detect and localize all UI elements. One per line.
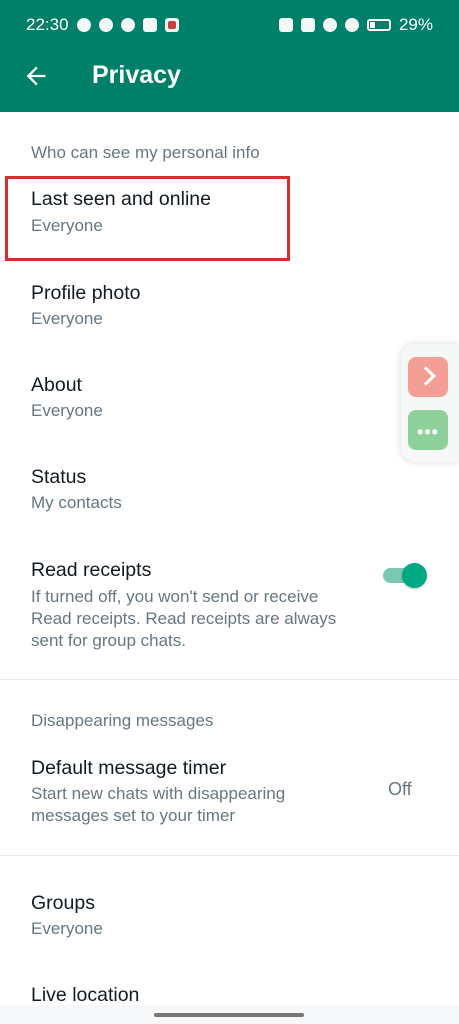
setting-live-location[interactable]: Live location <box>0 972 459 1006</box>
nfc-icon <box>278 18 293 32</box>
twitter-icon <box>142 18 157 32</box>
floating-side-panel: ••• <box>401 344 459 462</box>
more-options-icon[interactable]: ••• <box>408 410 448 450</box>
section-header-personal-info: Who can see my personal info <box>31 143 260 162</box>
setting-description-line: If turned off, you won't send or receive <box>31 587 319 606</box>
status-bar-right: 29% <box>278 15 433 35</box>
setting-last-seen[interactable]: Last seen and online Everyone <box>0 176 459 261</box>
setting-value: Everyone <box>31 216 103 235</box>
status-bar-left: 22:30 <box>26 15 179 35</box>
dots-glyph: ••• <box>417 422 439 442</box>
clock: 22:30 <box>26 15 69 34</box>
app-header: 22:30 29% Privacy <box>0 0 459 112</box>
section-header-disappearing: Disappearing messages <box>31 711 214 730</box>
gesture-handle[interactable] <box>154 1013 304 1017</box>
setting-title: Status <box>31 466 87 488</box>
battery-icon <box>366 19 391 31</box>
setting-description-line: sent for group chats. <box>31 631 186 650</box>
divider <box>0 855 459 856</box>
setting-description-line: messages set to your timer <box>31 806 236 825</box>
setting-description-line: Read receipts. Read receipts are always <box>31 609 337 628</box>
setting-value: Everyone <box>31 401 103 420</box>
divider <box>0 679 459 680</box>
toggle-thumb <box>402 563 427 588</box>
setting-title: Groups <box>31 892 95 914</box>
status-bar: 22:30 29% <box>0 0 459 50</box>
timer-value: Off <box>388 779 412 799</box>
navigation-bar <box>0 1005 459 1024</box>
setting-title: Read receipts <box>31 559 152 581</box>
read-receipts-toggle[interactable] <box>381 563 427 588</box>
setting-value: Everyone <box>31 309 103 328</box>
globe-icon <box>120 18 135 32</box>
setting-title: About <box>31 374 82 396</box>
location-pin-icon <box>98 18 113 32</box>
shortcut-app-icon[interactable] <box>408 357 448 397</box>
setting-title: Profile photo <box>31 282 141 304</box>
setting-title: Live location <box>31 984 140 1006</box>
notification-b-icon <box>76 18 91 32</box>
setting-title: Default message timer <box>31 757 227 779</box>
vibrate-icon <box>300 18 315 32</box>
toolbar: Privacy <box>0 50 459 112</box>
setting-title: Last seen and online <box>31 188 211 210</box>
setting-profile-photo[interactable]: Profile photo Everyone <box>0 270 459 355</box>
setting-status[interactable]: Status My contacts <box>0 454 459 539</box>
arrow-left-icon[interactable] <box>22 62 50 90</box>
setting-description-line: Start new chats with disappearing <box>31 784 286 803</box>
app-notification-icon <box>164 18 179 32</box>
setting-value: Everyone <box>31 919 103 938</box>
battery-percent: 29% <box>398 15 433 34</box>
setting-groups[interactable]: Groups Everyone <box>0 880 459 965</box>
airplane-icon <box>344 18 359 32</box>
page-title: Privacy <box>92 61 181 89</box>
wifi-icon <box>322 18 337 32</box>
setting-about[interactable]: About Everyone <box>0 362 459 447</box>
setting-value: My contacts <box>31 493 122 512</box>
